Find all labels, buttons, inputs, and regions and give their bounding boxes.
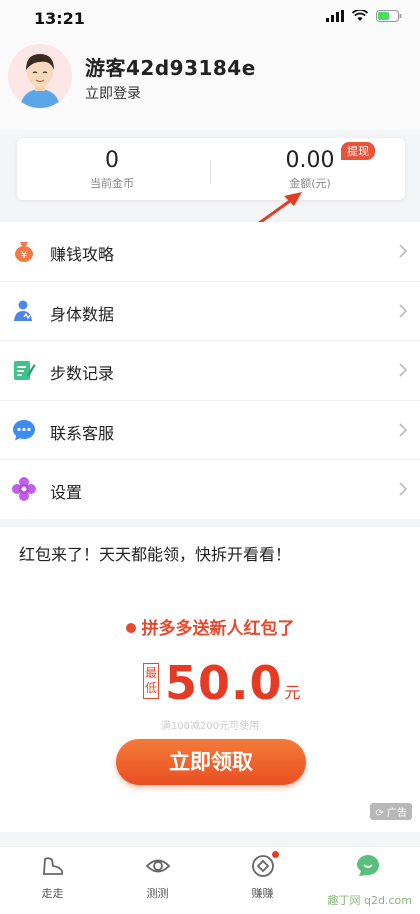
battery-icon xyxy=(376,10,402,22)
tab-fourth[interactable] xyxy=(315,853,420,885)
withdraw-button[interactable]: 提现 xyxy=(341,142,375,160)
menu-item-settings[interactable]: 设置 xyxy=(0,460,420,519)
promo-dot xyxy=(125,623,136,633)
body-data-icon xyxy=(14,300,32,321)
green-chat-icon xyxy=(356,855,379,876)
menu-item-earn-guide[interactable]: ¥ 赚钱攻略 xyxy=(0,222,420,282)
ad-condition: 满100减200元可使用 xyxy=(160,721,260,732)
status-time: 13:21 xyxy=(34,9,85,28)
username: 游客42d93184e xyxy=(85,56,256,80)
tab-earn[interactable]: 赚赚 xyxy=(210,851,315,901)
money-bag-icon: ¥ xyxy=(15,242,33,262)
coins-label: 当前金币 xyxy=(90,177,134,190)
eye-icon xyxy=(145,859,170,873)
ad-banner[interactable]: 红包来了！天天都能领，快拆开看看！ 拼多多送新人红包了 最低 50.0 元 满1… xyxy=(0,527,420,832)
shoe-icon xyxy=(42,857,63,875)
ad-price: 最低 50.0 元 xyxy=(143,655,301,707)
menu-label: 身体数据 xyxy=(50,304,115,324)
menu-label: 赚钱攻略 xyxy=(50,245,115,264)
chevron-right-icon xyxy=(399,303,408,318)
svg-text:¥: ¥ xyxy=(21,250,27,261)
wallet-divider xyxy=(210,160,211,184)
claim-button[interactable]: 立即领取 xyxy=(116,739,306,785)
ad-mark[interactable]: ⟳ 广告 xyxy=(370,803,412,820)
menu-label: 设置 xyxy=(50,483,83,502)
ad-headline: 红包来了！天天都能领，快拆开看看！ xyxy=(19,545,292,564)
menu-item-customer-service[interactable]: 联系客服 xyxy=(0,401,420,460)
tab-label: 赚赚 xyxy=(251,887,274,900)
ad-unit: 元 xyxy=(284,683,301,702)
ad-promo: 拼多多送新人红包了 xyxy=(0,614,420,639)
menu-label: 步数记录 xyxy=(50,364,115,383)
ad-mark-label: 广告 xyxy=(387,808,407,819)
ad-promo-text: 拼多多送新人红包了 xyxy=(141,619,295,639)
signal-icon xyxy=(326,10,344,22)
tab-label: 测测 xyxy=(146,887,169,900)
menu-item-body-data[interactable]: 身体数据 xyxy=(0,282,420,341)
menu-label: 联系客服 xyxy=(50,423,115,443)
wifi-icon xyxy=(352,10,368,21)
amount-label: 金额(元) xyxy=(289,177,331,190)
chat-icon xyxy=(13,419,35,440)
profile-header: 游客42d93184e 立即登录 xyxy=(0,38,420,130)
login-link[interactable]: 立即登录 xyxy=(85,83,141,103)
step-record-icon xyxy=(14,361,36,380)
status-bar: 13:21 xyxy=(0,0,420,38)
amount-value: 0.00 xyxy=(285,148,335,173)
tab-label: 走走 xyxy=(41,887,64,900)
tab-measure[interactable]: 测测 xyxy=(105,853,210,901)
avatar[interactable] xyxy=(8,44,72,108)
diamond-icon xyxy=(251,855,274,877)
ad-amount: 50.0 xyxy=(165,656,283,710)
chevron-right-icon xyxy=(399,482,408,496)
chevron-right-icon xyxy=(399,422,408,437)
chevron-right-icon xyxy=(399,363,408,377)
tab-bar: 走走 测测 赚赚 趣丁网 q2d.com xyxy=(0,846,420,914)
tab-walk[interactable]: 走走 xyxy=(0,853,105,901)
amount-section[interactable]: 0.00 金额(元) xyxy=(215,148,405,191)
watermark: 趣丁网 q2d.com xyxy=(327,894,412,907)
menu-item-step-record[interactable]: 步数记录 xyxy=(0,341,420,401)
menu-list: ¥ 赚钱攻略 身体数据 步数记录 联系客服 设置 xyxy=(0,222,420,519)
coins-section[interactable]: 0 当前金币 xyxy=(17,148,207,191)
refresh-icon: ⟳ xyxy=(375,808,384,819)
coins-value: 0 xyxy=(105,148,119,173)
status-icons xyxy=(326,10,402,22)
flower-settings-icon xyxy=(12,477,36,501)
chevron-right-icon xyxy=(399,244,408,258)
notification-dot xyxy=(272,851,279,858)
min-tag: 最低 xyxy=(143,663,159,699)
